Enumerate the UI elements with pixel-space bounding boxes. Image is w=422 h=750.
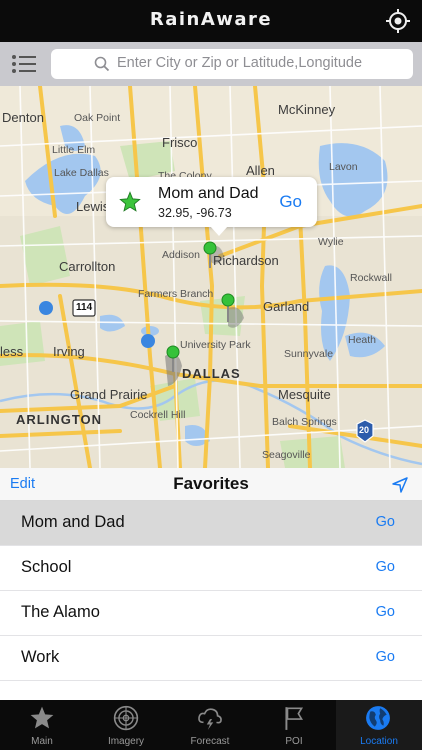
map-label: Oak Point	[74, 112, 121, 124]
map-label: Lake Dallas	[54, 167, 109, 179]
list-menu-icon[interactable]	[11, 53, 37, 75]
map-label: Wylie	[318, 236, 344, 248]
map-label: Lewis	[76, 199, 110, 214]
tab-label: Imagery	[107, 736, 145, 747]
map-label: DALLAS	[182, 366, 241, 381]
map-label: University Park	[180, 339, 251, 351]
map-label: Carrollton	[59, 259, 116, 274]
map-label: ARLINGTON	[16, 412, 103, 427]
map-label: Heath	[348, 334, 377, 346]
tab-label: Location	[360, 736, 398, 747]
favorite-go-button[interactable]: Go	[376, 559, 395, 575]
map-view[interactable]: Denton Oak Point McKinney Frisco Little …	[0, 86, 422, 468]
map-label: Denton	[2, 110, 44, 125]
map-label: Little Elm	[52, 144, 96, 156]
search-input[interactable]: Enter City or Zip or Latitude,Longitude	[51, 49, 413, 79]
favorite-name: The Alamo	[21, 603, 100, 621]
map-label: Farmers Branch	[138, 288, 214, 300]
favorite-go-button[interactable]: Go	[376, 649, 395, 665]
tab-forecast[interactable]: Forecast	[168, 700, 252, 750]
favorite-row[interactable]: School Go	[0, 546, 422, 591]
favorite-name: Mom and Dad	[21, 513, 125, 531]
map-label: Sunnyvale	[284, 348, 334, 360]
map-label: Seagoville	[262, 449, 311, 461]
navigation-arrow-icon[interactable]	[391, 476, 409, 494]
tab-poi[interactable]: POI	[252, 700, 336, 750]
star-icon	[30, 706, 54, 729]
tab-main[interactable]: Main	[0, 700, 84, 750]
map-label: Grand Prairie	[70, 387, 148, 402]
map-label: Allen	[246, 163, 275, 178]
tab-label: Forecast	[190, 736, 230, 747]
map-label: Frisco	[162, 135, 198, 150]
favorite-go-button[interactable]: Go	[376, 514, 395, 530]
search-bar: Enter City or Zip or Latitude,Longitude	[0, 42, 422, 86]
magnifier-icon	[94, 56, 110, 72]
map-label: Garland	[263, 299, 310, 314]
app-title: RainAware	[149, 9, 273, 30]
favorite-name: School	[21, 558, 72, 576]
favorite-row[interactable]: Work Go	[0, 636, 422, 681]
map-callout[interactable]: Mom and Dad 32.95, -96.73 Go	[106, 177, 317, 236]
app-header: RainAware	[0, 0, 422, 42]
map-label: Balch Springs	[272, 416, 337, 428]
map-label: Rockwall	[350, 272, 393, 284]
callout-pointer	[210, 226, 228, 236]
favorite-name: Work	[21, 648, 60, 666]
favorites-list: Mom and Dad Go School Go The Alamo Go Wo…	[0, 501, 422, 681]
map-label: Mesquite	[278, 387, 331, 402]
map-label: Richardson	[213, 253, 279, 268]
tab-location[interactable]: Location	[336, 700, 422, 750]
star-icon	[119, 191, 141, 213]
storm-cloud-icon	[198, 708, 222, 730]
favorite-go-button[interactable]: Go	[376, 604, 395, 620]
map-label: Irving	[53, 344, 85, 359]
map-label: less	[0, 344, 24, 359]
highway-shield-label: 20	[359, 425, 370, 435]
callout-title: Mom and Dad	[158, 185, 259, 202]
highway-shield-label: 114	[76, 302, 93, 313]
tab-bar: Main Imagery Forecast POI Location	[0, 700, 422, 750]
tab-imagery[interactable]: Imagery	[84, 700, 168, 750]
callout-coordinates: 32.95, -96.73	[158, 206, 232, 220]
map-label: Lavon	[329, 161, 358, 173]
favorites-header: Edit Favorites	[0, 468, 422, 501]
favorites-title: Favorites	[173, 474, 249, 493]
favorite-row[interactable]: Mom and Dad Go	[0, 501, 422, 546]
map-label: Addison	[162, 249, 200, 261]
globe-icon	[366, 706, 390, 730]
crosshair-icon[interactable]	[386, 9, 410, 33]
map-label: Cockrell Hill	[130, 409, 186, 421]
tab-label: Main	[31, 736, 53, 747]
search-placeholder: Enter City or Zip or Latitude,Longitude	[117, 55, 363, 71]
map-label: McKinney	[278, 102, 336, 117]
flag-icon	[285, 707, 304, 730]
radar-icon	[113, 705, 139, 731]
favorite-row[interactable]: The Alamo Go	[0, 591, 422, 636]
tab-label: POI	[285, 736, 303, 747]
callout-go-button[interactable]: Go	[279, 192, 302, 212]
